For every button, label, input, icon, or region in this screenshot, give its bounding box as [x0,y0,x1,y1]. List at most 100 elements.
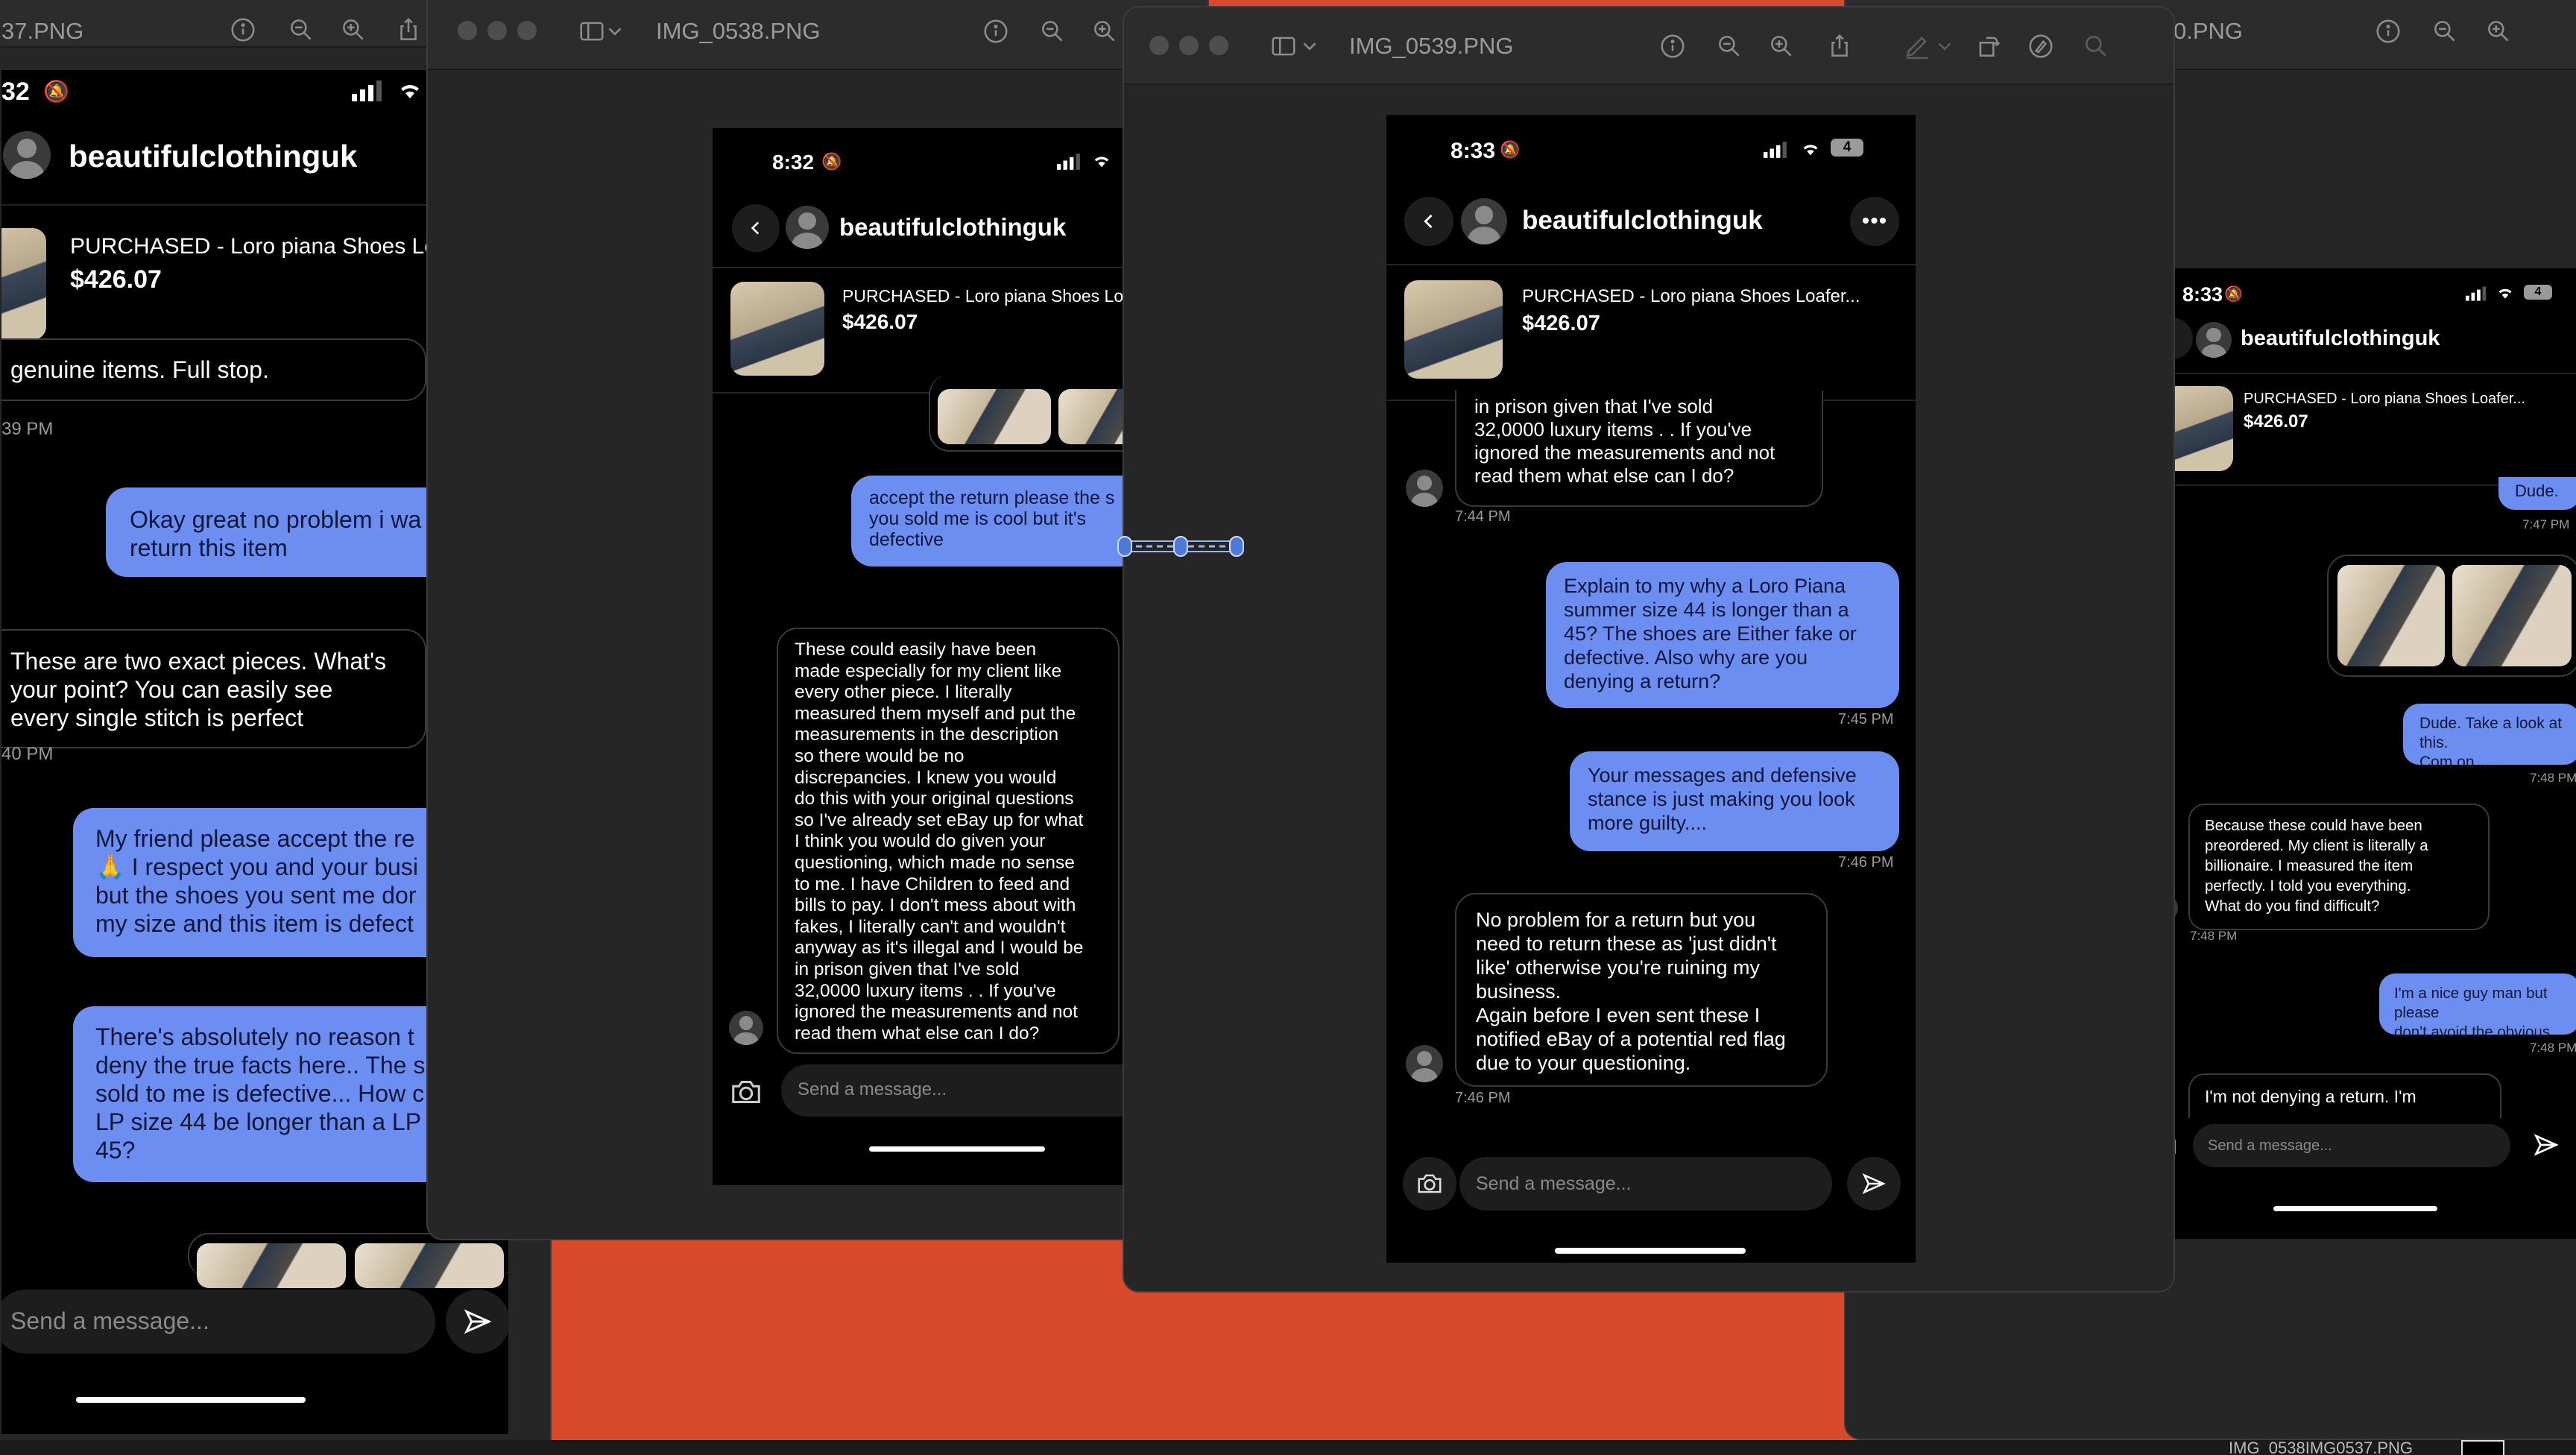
more-options-button[interactable]: ••• [1850,197,1899,246]
bottom-window-thumb[interactable] [2461,1440,2504,1455]
chat-username[interactable]: beautifulclothinguk [69,139,357,174]
send-button[interactable] [2533,1132,2560,1162]
info-icon[interactable] [1655,28,1690,64]
info-icon[interactable] [225,12,261,48]
wifi-icon [397,79,423,104]
close-icon[interactable] [1149,36,1169,55]
share-icon[interactable] [1822,28,1857,64]
listing-thumbnail[interactable] [1,228,46,340]
zoom-out-icon[interactable] [1035,13,1070,49]
markup-icon[interactable] [2023,28,2059,64]
signal-icon [1764,142,1789,162]
battery-icon: 4 [2524,285,2552,300]
info-icon[interactable] [978,13,1014,49]
avatar[interactable] [2196,322,2232,358]
home-indicator [1555,1248,1746,1254]
preview-window-2[interactable]: IMG_0538.PNG 8:32 🔕 beautifulclothinguk … [426,0,1209,1240]
avatar [1406,1045,1443,1082]
message-bubble: Your messages and defensive stance is ju… [1570,751,1899,851]
message-timestamp: 39 PM [1,419,54,439]
bottom-strip [0,1440,2576,1455]
chat-username[interactable]: beautifulclothinguk [839,213,1066,242]
message-bubble: Dude. [2498,477,2576,510]
back-button[interactable] [732,204,780,252]
phone-screenshot-4: 8:33 🔕 4 beautifulclothinguk ••• PURCHAS… [2163,268,2576,1239]
search-icon[interactable] [2078,28,2114,64]
battery-icon: 4 [1831,139,1863,157]
info-icon[interactable] [2370,13,2406,49]
message-timestamp: 40 PM [1,744,54,764]
message-photo[interactable] [2452,565,2572,666]
message-input[interactable]: Send a message... [1,1290,435,1354]
signal-icon [352,81,385,105]
minimize-icon[interactable] [1179,36,1199,55]
camera-button[interactable] [729,1075,763,1113]
message-timestamp: 7:47 PM [2522,517,2570,531]
message-bubble: Dude. Take a look at this. Com on..... [2403,704,2576,771]
send-icon [2534,1134,2559,1156]
message-bubble: I'm not denying a return. I'm [2188,1073,2501,1118]
chat-username[interactable]: beautifulclothinguk [2241,326,2440,351]
message-timestamp: 7:44 PM [1455,508,1511,525]
close-icon[interactable] [458,21,477,40]
maximize-icon[interactable] [1209,36,1228,55]
header-divider [2163,373,2576,374]
message-bubble: No problem for a return but you need to … [1455,893,1828,1087]
zoom-in-icon[interactable] [2481,13,2516,49]
message-photo[interactable] [938,389,1051,444]
chevron-down-icon[interactable] [604,13,626,49]
zoom-in-icon[interactable] [335,12,371,48]
zoom-out-icon[interactable] [283,12,319,48]
zoom-in-icon[interactable] [1764,28,1799,64]
bottom-file-label[interactable]: IMG_0538IMG0537.PNG [2229,1440,2413,1455]
rotate-icon[interactable] [1971,28,2007,64]
sidebar-toggle-icon[interactable] [1266,28,1301,64]
send-button[interactable] [446,1290,508,1354]
window-2-titlebar[interactable]: IMG_0538.PNG [428,0,1208,70]
header-divider [1386,264,1916,265]
chevron-left-icon [1424,214,1433,229]
status-time: 8:32 [772,151,815,174]
send-button[interactable] [1847,1157,1901,1211]
message-bubble: Explain to my why a Loro Piana summer si… [1546,562,1899,708]
share-icon[interactable] [391,12,426,48]
message-timestamp: 7:46 PM [1838,854,1894,871]
avatar[interactable] [3,131,51,179]
wifi-icon [1091,152,1112,172]
window-3-titlebar[interactable]: IMG_0539.PNG [1124,7,2174,85]
chevron-down-icon[interactable] [1933,28,1956,64]
chevron-down-icon[interactable] [1298,28,1321,64]
avatar[interactable] [786,206,829,249]
listing-title[interactable]: PURCHASED - Loro piana Shoes Loafer... [1522,286,1860,307]
window-4-title: 0.PNG [2174,18,2244,44]
chat-username[interactable]: beautifulclothinguk [1522,206,1763,236]
back-button[interactable] [1404,197,1453,246]
status-time: 32 [1,78,30,106]
zoom-out-icon[interactable] [1711,28,1747,64]
listing-title[interactable]: PURCHASED - Loro piana Shoes Loafer... [2244,391,2525,408]
minimize-icon[interactable] [487,21,507,40]
send-icon [1862,1173,1886,1194]
message-photo[interactable] [197,1243,346,1288]
zoom-out-icon[interactable] [2427,13,2463,49]
maximize-icon[interactable] [517,21,537,40]
markup-pen-icon[interactable] [1899,28,1935,64]
message-bubble: in prison given that I've sold 32,0000 l… [1455,391,1823,507]
listing-thumbnail[interactable] [730,282,824,376]
message-input[interactable]: Send a message... [2193,1124,2510,1167]
message-bubble: genuine items. Full stop. [1,338,426,401]
message-bubble: These are two exact pieces. What's your … [1,629,426,748]
message-bubble: I'm a nice guy man but please don't avoi… [2379,973,2576,1041]
message-input[interactable]: Send a message... [1459,1157,1832,1211]
wifi-icon [2496,285,2515,303]
avatar[interactable] [1461,198,1507,244]
zoom-in-icon[interactable] [1087,13,1123,49]
preview-window-3[interactable]: IMG_0539.PNG 8:33 🔕 4 beautifulclothingu… [1123,6,2175,1293]
listing-title[interactable]: PURCHASED - Loro piana Shoes Loaf [70,234,455,259]
message-photo[interactable] [2337,565,2445,666]
camera-button[interactable] [1403,1157,1456,1211]
listing-title[interactable]: PURCHASED - Loro piana Shoes Loaf [842,286,1137,306]
message-photo[interactable] [355,1243,504,1288]
window-resize-handle[interactable] [1115,528,1246,565]
listing-thumbnail[interactable] [1404,280,1503,379]
